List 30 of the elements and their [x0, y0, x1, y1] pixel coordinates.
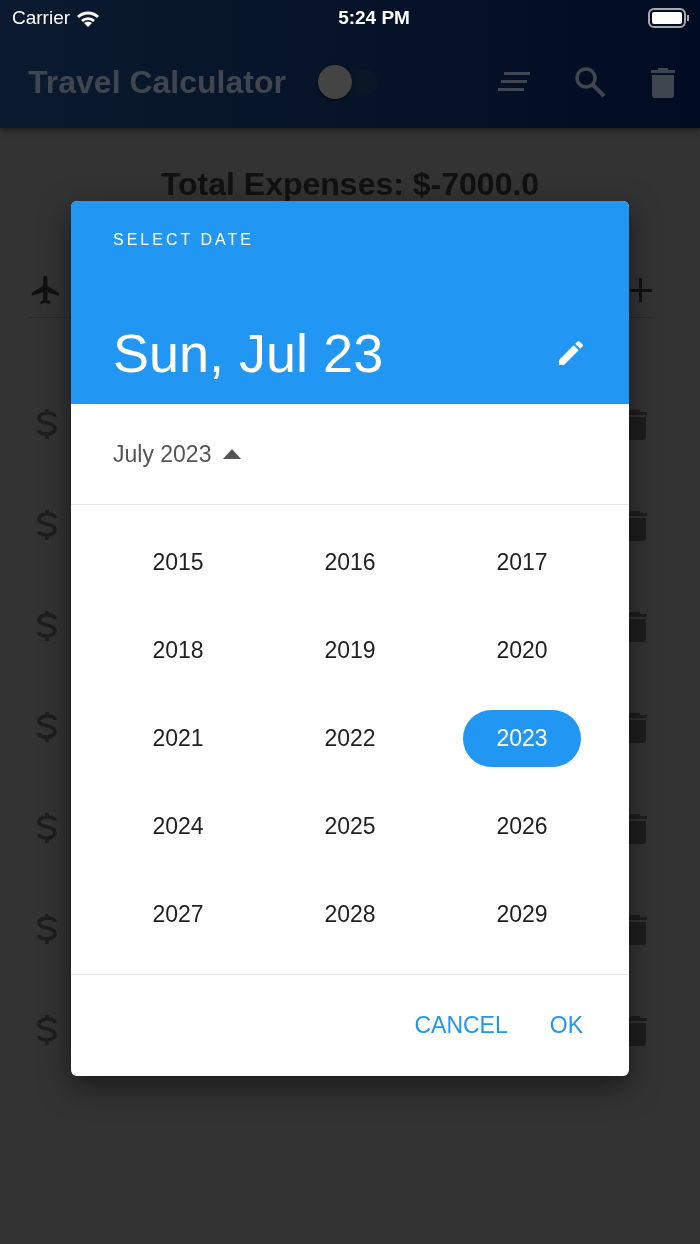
dollar-icon [36, 1013, 58, 1046]
year-option[interactable]: 2022 [291, 709, 409, 767]
wifi-icon [76, 9, 101, 27]
year-option[interactable]: 2025 [291, 797, 409, 855]
dollar-icon [36, 609, 58, 642]
year-option[interactable]: 2027 [119, 885, 237, 943]
month-year-selector[interactable]: July 2023 [113, 440, 212, 468]
selected-date: Sun, Jul 23 [113, 322, 384, 384]
year-option[interactable]: 2019 [291, 621, 409, 679]
year-option[interactable]: 2016 [291, 533, 409, 591]
year-option[interactable]: 2021 [119, 709, 237, 767]
dollar-icon [36, 407, 58, 440]
battery-icon [648, 8, 690, 28]
dollar-icon [36, 912, 58, 945]
year-option[interactable]: 2020 [463, 621, 581, 679]
year-option[interactable]: 2028 [291, 885, 409, 943]
year-option[interactable]: 2029 [463, 885, 581, 943]
add-icon[interactable] [628, 278, 652, 302]
status-time: 5:24 PM [338, 7, 410, 29]
dollar-icon [36, 508, 58, 541]
dialog-label: SELECT DATE [113, 231, 255, 249]
caret-up-icon[interactable] [223, 449, 242, 459]
year-option[interactable]: 2017 [463, 533, 581, 591]
carrier-name: Carrier [12, 7, 71, 29]
year-option[interactable]: 2015 [119, 533, 237, 591]
year-option[interactable]: 2026 [463, 797, 581, 855]
year-option[interactable]: 2024 [119, 797, 237, 855]
year-option[interactable]: 2018 [119, 621, 237, 679]
dollar-icon [36, 710, 58, 743]
dollar-icon [36, 811, 58, 844]
